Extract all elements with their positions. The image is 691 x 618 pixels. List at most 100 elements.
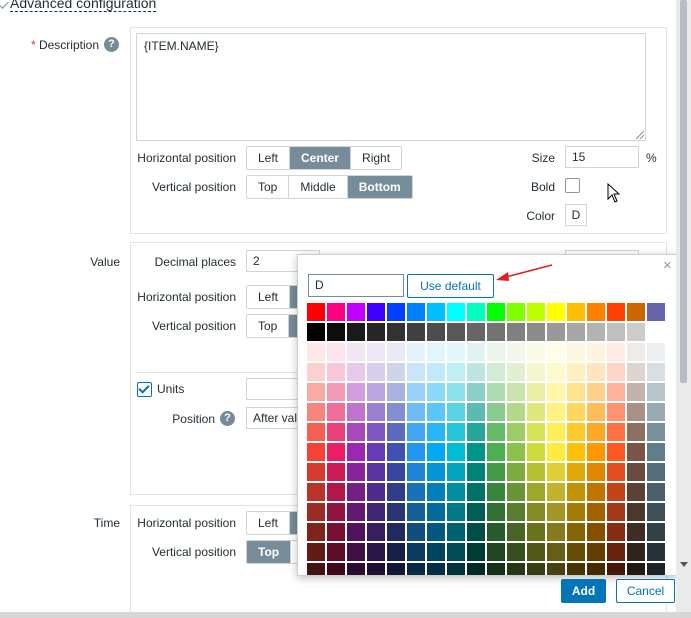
bold-checkbox[interactable]	[565, 178, 580, 193]
color-swatch[interactable]	[587, 543, 605, 561]
color-swatch[interactable]	[347, 543, 365, 561]
value-v-top[interactable]: Top	[247, 315, 290, 337]
color-swatch[interactable]	[387, 343, 405, 361]
color-swatch[interactable]	[587, 323, 605, 341]
color-swatch[interactable]	[627, 443, 645, 461]
color-swatch[interactable]	[387, 463, 405, 481]
color-swatch[interactable]	[447, 483, 465, 501]
color-swatch[interactable]	[387, 363, 405, 381]
color-swatch[interactable]	[487, 303, 505, 321]
color-swatch[interactable]	[467, 423, 485, 441]
color-swatch[interactable]	[327, 323, 345, 341]
color-swatch[interactable]	[507, 343, 525, 361]
color-swatch[interactable]	[607, 363, 625, 381]
color-swatch[interactable]	[407, 363, 425, 381]
color-swatch[interactable]	[487, 423, 505, 441]
color-swatch[interactable]	[647, 543, 665, 561]
color-swatch[interactable]	[447, 503, 465, 521]
color-swatch[interactable]	[467, 543, 485, 561]
color-swatch[interactable]	[567, 343, 585, 361]
color-swatch[interactable]	[567, 463, 585, 481]
color-swatch[interactable]	[327, 483, 345, 501]
color-swatch[interactable]	[447, 343, 465, 361]
color-swatch[interactable]	[407, 323, 425, 341]
advanced-configuration-toggle[interactable]: Advanced configuration	[10, 0, 157, 12]
color-swatch[interactable]	[607, 523, 625, 541]
close-icon[interactable]: ×	[663, 258, 672, 273]
color-swatch[interactable]	[527, 443, 545, 461]
color-swatch[interactable]	[327, 343, 345, 361]
color-swatch[interactable]	[587, 483, 605, 501]
color-swatch[interactable]	[587, 383, 605, 401]
color-swatch[interactable]	[527, 563, 545, 575]
color-swatch[interactable]	[567, 363, 585, 381]
horizontal-scrollbar[interactable]	[0, 612, 691, 618]
color-swatch[interactable]	[647, 463, 665, 481]
color-swatch[interactable]	[587, 443, 605, 461]
color-swatch[interactable]	[527, 483, 545, 501]
color-swatch[interactable]	[547, 343, 565, 361]
color-swatch[interactable]	[387, 443, 405, 461]
color-swatch[interactable]	[647, 443, 665, 461]
color-swatch[interactable]	[647, 483, 665, 501]
color-swatch[interactable]	[567, 303, 585, 321]
color-swatch[interactable]	[447, 563, 465, 575]
color-swatch[interactable]	[427, 323, 445, 341]
color-swatch[interactable]	[607, 383, 625, 401]
color-swatch[interactable]	[627, 563, 645, 575]
color-swatch[interactable]	[367, 323, 385, 341]
cancel-button[interactable]: Cancel	[616, 579, 675, 603]
color-swatch[interactable]	[547, 363, 565, 381]
color-swatch[interactable]	[567, 543, 585, 561]
color-swatch[interactable]	[427, 503, 445, 521]
color-swatch[interactable]	[527, 463, 545, 481]
color-swatch[interactable]	[607, 303, 625, 321]
color-swatch[interactable]	[547, 463, 565, 481]
color-swatch[interactable]	[427, 403, 445, 421]
color-swatch[interactable]	[647, 383, 665, 401]
color-swatch[interactable]	[427, 563, 445, 575]
color-swatch[interactable]	[447, 443, 465, 461]
color-swatch[interactable]	[627, 363, 645, 381]
color-swatch[interactable]	[587, 463, 605, 481]
color-swatch[interactable]	[507, 523, 525, 541]
color-swatch[interactable]	[467, 303, 485, 321]
color-swatch[interactable]	[507, 403, 525, 421]
color-picker-hex-input[interactable]: D	[308, 274, 404, 297]
color-swatch[interactable]	[427, 543, 445, 561]
color-swatch[interactable]	[567, 523, 585, 541]
color-swatch[interactable]	[307, 523, 325, 541]
color-swatch[interactable]	[327, 563, 345, 575]
color-swatch[interactable]	[647, 423, 665, 441]
color-swatch[interactable]	[627, 543, 645, 561]
color-swatch[interactable]	[607, 323, 625, 341]
color-swatch[interactable]	[427, 423, 445, 441]
color-swatch[interactable]	[387, 523, 405, 541]
color-swatch[interactable]	[567, 383, 585, 401]
color-swatch[interactable]	[487, 403, 505, 421]
size-input[interactable]: 15	[565, 146, 639, 168]
color-swatch[interactable]	[607, 463, 625, 481]
color-swatch[interactable]	[367, 383, 385, 401]
color-swatch[interactable]	[527, 323, 545, 341]
color-swatch-button[interactable]: D	[565, 204, 587, 226]
color-swatch[interactable]	[487, 383, 505, 401]
color-swatch[interactable]	[567, 563, 585, 575]
color-swatch[interactable]	[347, 303, 365, 321]
color-swatch[interactable]	[387, 323, 405, 341]
color-swatch[interactable]	[507, 563, 525, 575]
color-swatch[interactable]	[407, 483, 425, 501]
color-swatch[interactable]	[367, 543, 385, 561]
color-swatch[interactable]	[567, 403, 585, 421]
color-swatch[interactable]	[487, 363, 505, 381]
color-swatch[interactable]	[327, 403, 345, 421]
color-swatch[interactable]	[427, 483, 445, 501]
color-swatch[interactable]	[447, 403, 465, 421]
color-swatch[interactable]	[347, 523, 365, 541]
color-swatch[interactable]	[587, 343, 605, 361]
color-swatch[interactable]	[407, 443, 425, 461]
color-swatch[interactable]	[467, 343, 485, 361]
color-swatch[interactable]	[387, 403, 405, 421]
color-swatch[interactable]	[427, 303, 445, 321]
color-swatch[interactable]	[327, 523, 345, 541]
